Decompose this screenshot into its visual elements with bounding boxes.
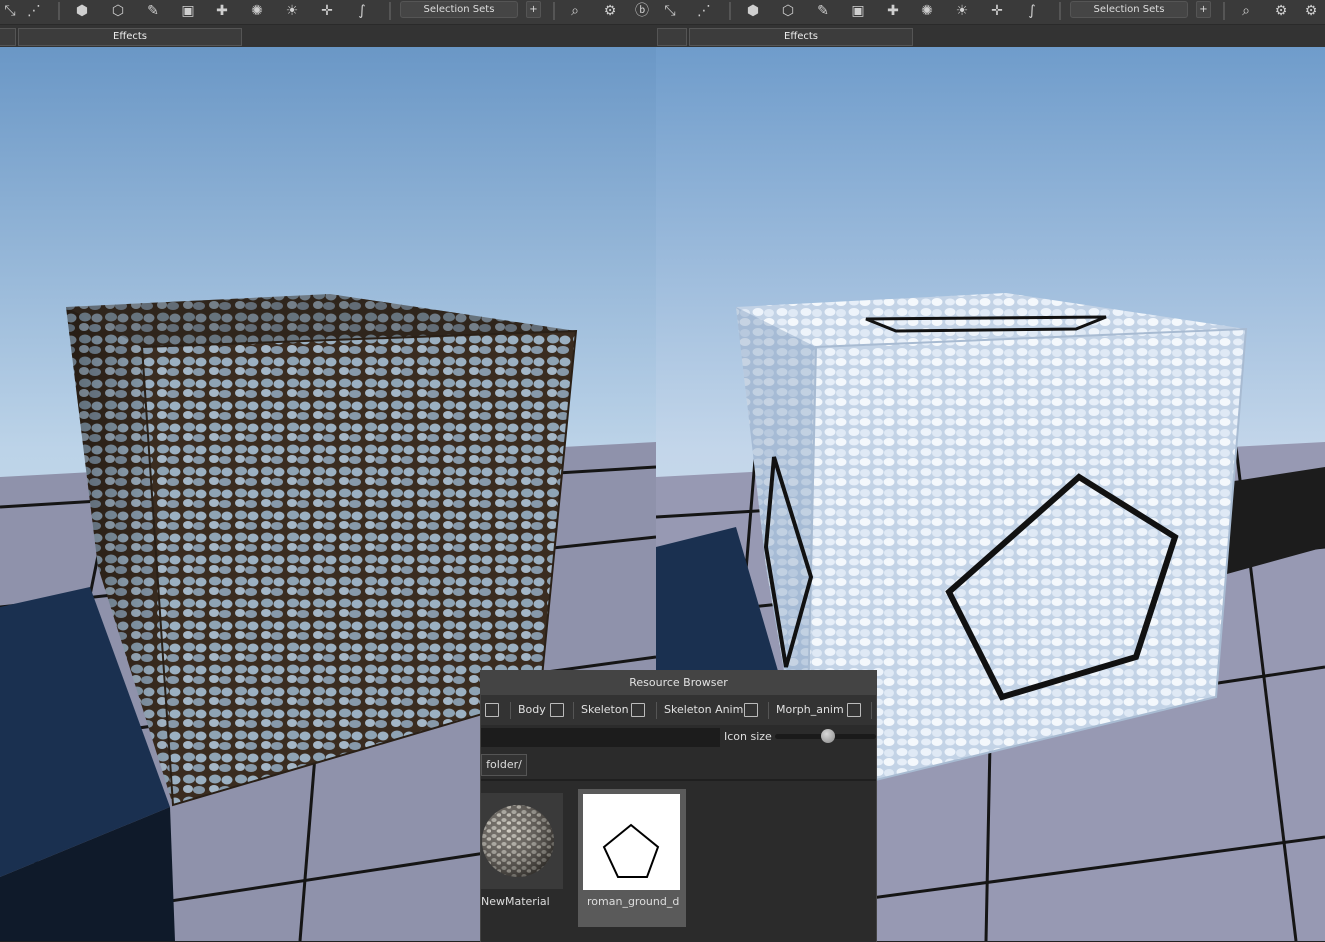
filter-separator: [656, 702, 657, 719]
add-light-icon[interactable]: ☀: [282, 1, 302, 21]
add-point-icon[interactable]: ✛: [987, 1, 1007, 21]
filter-checkbox[interactable]: [485, 703, 499, 717]
add-spline-icon[interactable]: ∫: [352, 1, 372, 21]
search-input[interactable]: [481, 728, 720, 747]
asset-label: roman_ground_d: [587, 895, 680, 908]
material-sphere-icon: [482, 805, 554, 877]
pose-icon[interactable]: ⤡: [0, 1, 20, 21]
pose-icon[interactable]: ⤡: [660, 1, 680, 21]
add-mesh-icon[interactable]: ⬡: [108, 1, 128, 21]
filter-separator: [510, 702, 511, 719]
filter-bar: Body Skeleton Skeleton Anim Morph_anim: [481, 695, 876, 725]
bake-icon[interactable]: ⓑ: [632, 1, 652, 21]
selection-sets-dropdown[interactable]: Selection Sets: [1070, 1, 1188, 18]
settings-gear-icon[interactable]: ⚙: [1271, 1, 1291, 21]
toolbar-separator: [389, 2, 391, 20]
filter-label-skeleton-anim: Skeleton Anim: [664, 703, 744, 716]
pentagon-icon: [602, 823, 660, 878]
create-mesh-icon[interactable]: ⬢: [743, 1, 763, 21]
resource-browser-title[interactable]: Resource Browser: [481, 671, 876, 695]
filter-checkbox-morph-anim[interactable]: [847, 703, 861, 717]
toolbar-separator: [1059, 2, 1061, 20]
search-row: Icon size: [481, 725, 876, 749]
search-scene-icon[interactable]: ⌕: [565, 1, 585, 21]
selection-sets-dropdown[interactable]: Selection Sets: [400, 1, 518, 18]
toolbar-separator: [1223, 2, 1225, 20]
filter-separator: [573, 702, 574, 719]
pen-tool-icon[interactable]: ✎: [143, 1, 163, 21]
asset-label: NewMaterial: [481, 895, 550, 908]
add-object-icon[interactable]: ▣: [178, 1, 198, 21]
tab-prev[interactable]: [657, 28, 687, 46]
particles-icon[interactable]: ✺: [247, 1, 267, 21]
main-toolbar-right: ⤡ ⋰ ⬢ ⬡ ✎ ▣ ✚ ✺ ☀ ✛ ∫ Selection Sets + ⌕…: [656, 0, 1325, 25]
toolbar-separator: [553, 2, 555, 20]
divider: [481, 779, 876, 781]
texture-thumbnail: [583, 794, 680, 890]
filter-checkbox-skeleton-anim[interactable]: [744, 703, 758, 717]
filter-label-body: Body: [518, 703, 546, 716]
asset-tile-newmaterial[interactable]: NewMaterial: [481, 791, 589, 929]
main-toolbar: ⤡ ⋰ ⬢ ⬡ ✎ ▣ ✚ ✺ ☀ ✛ ∫ Selection Sets + ⌕…: [0, 0, 656, 25]
add-object-icon[interactable]: ▣: [848, 1, 868, 21]
select-vertex-icon[interactable]: ⋰: [24, 1, 44, 21]
tab-prev[interactable]: [0, 28, 16, 46]
filter-label-skeleton: Skeleton: [581, 703, 629, 716]
add-mesh-icon[interactable]: ⬡: [778, 1, 798, 21]
add-material-icon[interactable]: ✚: [883, 1, 903, 21]
material-thumbnail: [481, 793, 563, 889]
path-row: folder/: [481, 749, 876, 779]
settings-gear-icon[interactable]: ⚙: [1301, 1, 1321, 21]
filter-checkbox-body[interactable]: [550, 703, 564, 717]
select-vertex-icon[interactable]: ⋰: [694, 1, 714, 21]
filter-separator: [871, 702, 872, 719]
resource-browser-panel: Resource Browser Body Skeleton Skeleton …: [480, 670, 877, 942]
filter-checkbox-skeleton[interactable]: [631, 703, 645, 717]
sub-toolbar-right: Effects: [656, 25, 1325, 47]
search-scene-icon[interactable]: ⌕: [1236, 1, 1256, 21]
add-selection-set-button[interactable]: +: [1196, 1, 1211, 18]
icon-size-label: Icon size: [724, 730, 772, 743]
particles-icon[interactable]: ✺: [917, 1, 937, 21]
toolbar-separator: [729, 2, 731, 20]
settings-gear-icon[interactable]: ⚙: [600, 1, 620, 21]
filter-separator: [768, 702, 769, 719]
add-selection-set-button[interactable]: +: [526, 1, 541, 18]
toolbar-separator: [58, 2, 60, 20]
add-light-icon[interactable]: ☀: [952, 1, 972, 21]
filter-label-morph-anim: Morph_anim: [776, 703, 844, 716]
tab-effects[interactable]: Effects: [689, 28, 913, 46]
icon-size-slider-handle[interactable]: [821, 729, 835, 743]
sub-toolbar: Effects: [0, 25, 656, 47]
path-breadcrumb[interactable]: folder/: [481, 754, 527, 776]
add-material-icon[interactable]: ✚: [212, 1, 232, 21]
asset-tile-roman-ground[interactable]: roman_ground_d: [578, 789, 686, 927]
create-mesh-icon[interactable]: ⬢: [72, 1, 92, 21]
tab-effects[interactable]: Effects: [18, 28, 242, 46]
add-spline-icon[interactable]: ∫: [1022, 1, 1042, 21]
add-point-icon[interactable]: ✛: [317, 1, 337, 21]
pen-tool-icon[interactable]: ✎: [813, 1, 833, 21]
